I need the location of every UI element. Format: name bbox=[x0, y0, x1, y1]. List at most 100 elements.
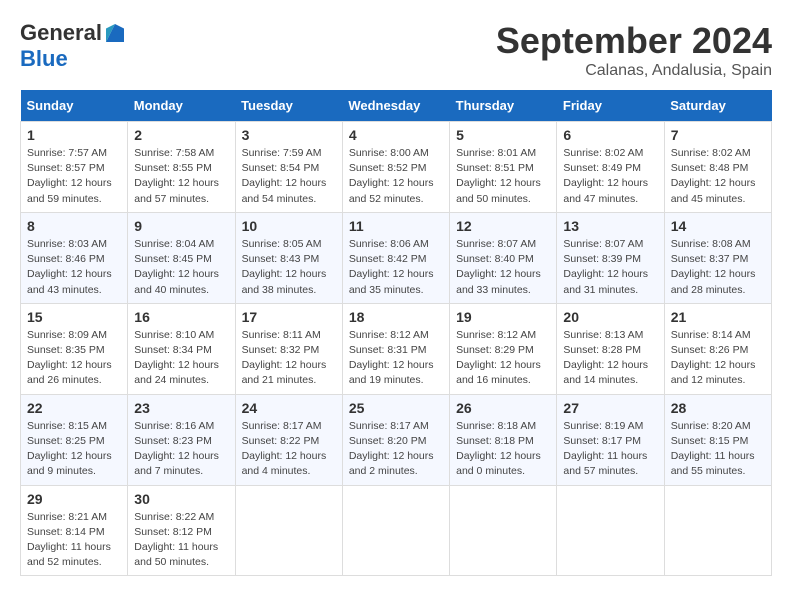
table-row: 18Sunrise: 8:12 AM Sunset: 8:31 PM Dayli… bbox=[342, 303, 449, 394]
day-number: 17 bbox=[242, 309, 336, 325]
day-info: Sunrise: 8:00 AM Sunset: 8:52 PM Dayligh… bbox=[349, 146, 443, 207]
logo-general-text: General bbox=[20, 20, 102, 46]
day-number: 8 bbox=[27, 218, 121, 234]
day-number: 12 bbox=[456, 218, 550, 234]
day-number: 22 bbox=[27, 400, 121, 416]
table-row: 13 Sunrise: 8:07 AM Sunset: 8:39 PM Dayli… bbox=[557, 212, 664, 303]
table-row: 3 Sunrise: 7:59 AM Sunset: 8:54 PM Daylig… bbox=[235, 122, 342, 213]
table-row: 20 Sunrise: 8:13 AM Sunset: 8:28 PM Dayli… bbox=[557, 303, 664, 394]
day-number: 13 bbox=[563, 218, 657, 234]
calendar-table: Sunday Monday Tuesday Wednesday Thursday… bbox=[20, 90, 772, 576]
day-number: 4 bbox=[349, 127, 443, 143]
table-row: 2Sunrise: 7:58 AM Sunset: 8:55 PM Daylig… bbox=[128, 122, 235, 213]
day-info: Sunrise: 8:11 AM Sunset: 8:32 PM Dayligh… bbox=[242, 328, 336, 389]
table-row bbox=[235, 485, 342, 576]
day-number: 14 bbox=[671, 218, 765, 234]
calendar-week-row: 29 Sunrise: 8:21 AM Sunset: 8:14 PM Dayli… bbox=[21, 485, 772, 576]
calendar-week-row: 15Sunrise: 8:09 AM Sunset: 8:35 PM Dayli… bbox=[21, 303, 772, 394]
table-row: 17 Sunrise: 8:11 AM Sunset: 8:32 PM Dayli… bbox=[235, 303, 342, 394]
table-row: 11 Sunrise: 8:06 AM Sunset: 8:42 PM Dayli… bbox=[342, 212, 449, 303]
header-sunday: Sunday bbox=[21, 90, 128, 122]
month-title: September 2024 bbox=[496, 20, 772, 62]
table-row: 22 Sunrise: 8:15 AM Sunset: 8:25 PM Dayli… bbox=[21, 394, 128, 485]
table-row: 10 Sunrise: 8:05 AM Sunset: 8:43 PM Dayli… bbox=[235, 212, 342, 303]
day-info: Sunrise: 7:58 AM Sunset: 8:55 PM Dayligh… bbox=[134, 146, 228, 207]
table-row: 12Sunrise: 8:07 AM Sunset: 8:40 PM Dayli… bbox=[450, 212, 557, 303]
day-info: Sunrise: 8:19 AM Sunset: 8:17 PM Dayligh… bbox=[563, 419, 657, 480]
table-row bbox=[450, 485, 557, 576]
day-info: Sunrise: 7:59 AM Sunset: 8:54 PM Dayligh… bbox=[242, 146, 336, 207]
day-info: Sunrise: 8:07 AM Sunset: 8:39 PM Dayligh… bbox=[563, 237, 657, 298]
day-number: 20 bbox=[563, 309, 657, 325]
day-info: Sunrise: 8:17 AM Sunset: 8:22 PM Dayligh… bbox=[242, 419, 336, 480]
day-number: 7 bbox=[671, 127, 765, 143]
logo-blue-text: Blue bbox=[20, 46, 68, 72]
day-info: Sunrise: 8:08 AM Sunset: 8:37 PM Dayligh… bbox=[671, 237, 765, 298]
day-info: Sunrise: 8:06 AM Sunset: 8:42 PM Dayligh… bbox=[349, 237, 443, 298]
day-number: 1 bbox=[27, 127, 121, 143]
table-row: 1 Sunrise: 7:57 AM Sunset: 8:57 PM Daylig… bbox=[21, 122, 128, 213]
table-row: 25Sunrise: 8:17 AM Sunset: 8:20 PM Dayli… bbox=[342, 394, 449, 485]
day-number: 16 bbox=[134, 309, 228, 325]
day-info: Sunrise: 8:02 AM Sunset: 8:49 PM Dayligh… bbox=[563, 146, 657, 207]
table-row bbox=[342, 485, 449, 576]
table-row: 19 Sunrise: 8:12 AM Sunset: 8:29 PM Dayli… bbox=[450, 303, 557, 394]
table-row: 26Sunrise: 8:18 AM Sunset: 8:18 PM Dayli… bbox=[450, 394, 557, 485]
location-subtitle: Calanas, Andalusia, Spain bbox=[496, 62, 772, 80]
day-number: 30 bbox=[134, 491, 228, 507]
table-row: 4 Sunrise: 8:00 AM Sunset: 8:52 PM Daylig… bbox=[342, 122, 449, 213]
day-info: Sunrise: 8:13 AM Sunset: 8:28 PM Dayligh… bbox=[563, 328, 657, 389]
day-number: 10 bbox=[242, 218, 336, 234]
day-number: 3 bbox=[242, 127, 336, 143]
table-row: 21 Sunrise: 8:14 AM Sunset: 8:26 PM Dayli… bbox=[664, 303, 771, 394]
table-row: 14 Sunrise: 8:08 AM Sunset: 8:37 PM Dayli… bbox=[664, 212, 771, 303]
day-info: Sunrise: 8:12 AM Sunset: 8:31 PM Dayligh… bbox=[349, 328, 443, 389]
table-row: 8 Sunrise: 8:03 AM Sunset: 8:46 PM Daylig… bbox=[21, 212, 128, 303]
day-number: 27 bbox=[563, 400, 657, 416]
table-row: 27 Sunrise: 8:19 AM Sunset: 8:17 PM Dayli… bbox=[557, 394, 664, 485]
day-info: Sunrise: 8:15 AM Sunset: 8:25 PM Dayligh… bbox=[27, 419, 121, 480]
table-row: 6 Sunrise: 8:02 AM Sunset: 8:49 PM Daylig… bbox=[557, 122, 664, 213]
day-number: 28 bbox=[671, 400, 765, 416]
day-number: 9 bbox=[134, 218, 228, 234]
day-info: Sunrise: 8:21 AM Sunset: 8:14 PM Dayligh… bbox=[27, 510, 121, 571]
calendar-header-row: Sunday Monday Tuesday Wednesday Thursday… bbox=[21, 90, 772, 122]
day-info: Sunrise: 7:57 AM Sunset: 8:57 PM Dayligh… bbox=[27, 146, 121, 207]
calendar-week-row: 8 Sunrise: 8:03 AM Sunset: 8:46 PM Daylig… bbox=[21, 212, 772, 303]
day-number: 29 bbox=[27, 491, 121, 507]
day-number: 23 bbox=[134, 400, 228, 416]
day-info: Sunrise: 8:14 AM Sunset: 8:26 PM Dayligh… bbox=[671, 328, 765, 389]
table-row: 9 Sunrise: 8:04 AM Sunset: 8:45 PM Daylig… bbox=[128, 212, 235, 303]
calendar-week-row: 1 Sunrise: 7:57 AM Sunset: 8:57 PM Daylig… bbox=[21, 122, 772, 213]
page-header: General Blue September 2024 Calanas, And… bbox=[20, 20, 772, 80]
day-number: 19 bbox=[456, 309, 550, 325]
header-friday: Friday bbox=[557, 90, 664, 122]
table-row: 16 Sunrise: 8:10 AM Sunset: 8:34 PM Dayli… bbox=[128, 303, 235, 394]
day-info: Sunrise: 8:10 AM Sunset: 8:34 PM Dayligh… bbox=[134, 328, 228, 389]
day-number: 26 bbox=[456, 400, 550, 416]
table-row: 24 Sunrise: 8:17 AM Sunset: 8:22 PM Dayli… bbox=[235, 394, 342, 485]
day-info: Sunrise: 8:22 AM Sunset: 8:12 PM Dayligh… bbox=[134, 510, 228, 571]
table-row: 29 Sunrise: 8:21 AM Sunset: 8:14 PM Dayli… bbox=[21, 485, 128, 576]
day-info: Sunrise: 8:12 AM Sunset: 8:29 PM Dayligh… bbox=[456, 328, 550, 389]
day-info: Sunrise: 8:17 AM Sunset: 8:20 PM Dayligh… bbox=[349, 419, 443, 480]
day-number: 11 bbox=[349, 218, 443, 234]
day-number: 15 bbox=[27, 309, 121, 325]
day-info: Sunrise: 8:01 AM Sunset: 8:51 PM Dayligh… bbox=[456, 146, 550, 207]
day-info: Sunrise: 8:03 AM Sunset: 8:46 PM Dayligh… bbox=[27, 237, 121, 298]
day-info: Sunrise: 8:20 AM Sunset: 8:15 PM Dayligh… bbox=[671, 419, 765, 480]
day-info: Sunrise: 8:16 AM Sunset: 8:23 PM Dayligh… bbox=[134, 419, 228, 480]
table-row: 7 Sunrise: 8:02 AM Sunset: 8:48 PM Daylig… bbox=[664, 122, 771, 213]
table-row: 5 Sunrise: 8:01 AM Sunset: 8:51 PM Daylig… bbox=[450, 122, 557, 213]
day-number: 6 bbox=[563, 127, 657, 143]
day-number: 24 bbox=[242, 400, 336, 416]
table-row: 23 Sunrise: 8:16 AM Sunset: 8:23 PM Dayli… bbox=[128, 394, 235, 485]
day-info: Sunrise: 8:04 AM Sunset: 8:45 PM Dayligh… bbox=[134, 237, 228, 298]
day-info: Sunrise: 8:05 AM Sunset: 8:43 PM Dayligh… bbox=[242, 237, 336, 298]
table-row: 15Sunrise: 8:09 AM Sunset: 8:35 PM Dayli… bbox=[21, 303, 128, 394]
day-number: 21 bbox=[671, 309, 765, 325]
header-saturday: Saturday bbox=[664, 90, 771, 122]
day-number: 5 bbox=[456, 127, 550, 143]
day-info: Sunrise: 8:02 AM Sunset: 8:48 PM Dayligh… bbox=[671, 146, 765, 207]
calendar-week-row: 22 Sunrise: 8:15 AM Sunset: 8:25 PM Dayli… bbox=[21, 394, 772, 485]
